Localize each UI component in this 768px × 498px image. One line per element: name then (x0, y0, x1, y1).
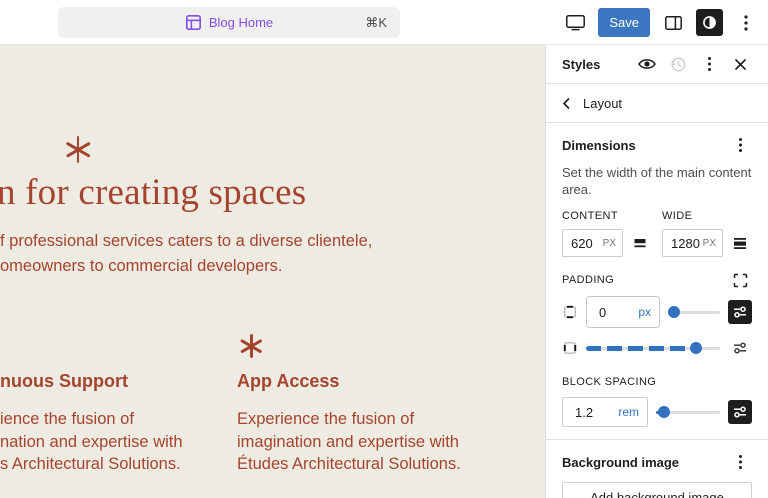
horizontal-sides-icon (562, 340, 578, 356)
feature-heading: App Access (237, 371, 461, 392)
columns-icon (664, 15, 683, 31)
close-icon (734, 58, 747, 71)
command-palette-button[interactable]: Blog Home ⌘K (58, 7, 400, 38)
eye-icon (637, 57, 657, 71)
feature-text-line: Études Architectural Solutions. (237, 453, 461, 476)
padding-label: PADDING (562, 274, 614, 286)
padding-vertical-slider[interactable] (668, 305, 720, 319)
padding-horizontal-row (562, 336, 752, 360)
content-width-icon (632, 237, 648, 249)
contrast-circle-icon (701, 14, 718, 31)
asterisk-icon (63, 136, 90, 163)
sliders-icon (732, 404, 748, 420)
padding-value: 0 (599, 305, 606, 320)
styles-options-button[interactable] (697, 52, 721, 76)
back-label: Layout (583, 96, 622, 111)
command-palette-shortcut: ⌘K (365, 15, 387, 31)
add-background-image-button[interactable]: Add background image (562, 482, 752, 498)
background-image-options-button[interactable] (728, 450, 752, 474)
top-bar-actions: Save (561, 0, 760, 45)
wide-width-preset-button[interactable] (728, 231, 752, 255)
feature-column[interactable]: App Access Experience the fusion of imag… (237, 371, 461, 476)
background-image-section: Background image Add background image (546, 440, 768, 498)
styles-panel-header: Styles (546, 45, 768, 84)
padding-value-input[interactable]: 0 px (586, 296, 660, 328)
padding-vertical-row: 0 px (562, 296, 752, 328)
hero-paragraph[interactable]: f professional services caters to a dive… (0, 229, 372, 278)
block-spacing-slider[interactable] (656, 405, 720, 419)
dimensions-title: Dimensions (562, 138, 636, 153)
top-bar: Blog Home ⌘K Save (0, 0, 768, 45)
content-width-label: CONTENT (562, 210, 652, 222)
feature-text-line: nation and expertise with (0, 431, 183, 454)
dimensions-options-button[interactable] (728, 133, 752, 157)
hero-heading[interactable]: n for creating spaces (0, 171, 545, 214)
feature-text-line: ience the fusion of (0, 408, 183, 431)
padding-unit: px (638, 305, 651, 319)
kebab-menu-icon (707, 56, 712, 72)
wide-width-unit: PX (703, 238, 716, 249)
padding-horizontal-options-button[interactable] (728, 336, 752, 360)
layout-breadcrumb-row[interactable]: Layout (546, 84, 768, 123)
padding-custom-size-button[interactable] (728, 300, 752, 324)
kebab-menu-icon (738, 454, 743, 470)
block-spacing-input[interactable]: 1.2 rem (562, 397, 648, 427)
content-width-value: 620 (571, 236, 593, 251)
monitor-icon (565, 14, 586, 31)
style-book-button[interactable] (635, 52, 659, 76)
wide-width-icon (732, 237, 748, 250)
styles-panel: Styles (545, 45, 768, 498)
block-spacing-label: BLOCK SPACING (562, 376, 752, 388)
content-width-preset-button[interactable] (628, 231, 652, 255)
content-width-unit: PX (603, 238, 616, 249)
kebab-menu-icon (738, 137, 743, 153)
dimensions-section: Dimensions Set the width of the main con… (546, 123, 768, 439)
sliders-icon (732, 304, 748, 320)
feature-text-line: s Architectural Solutions. (0, 453, 183, 476)
block-spacing-row: 1.2 rem (562, 397, 752, 427)
wide-width-label: WIDE (662, 210, 752, 222)
background-image-title: Background image (562, 455, 679, 470)
editor-canvas[interactable]: n for creating spaces f professional ser… (0, 45, 545, 498)
feature-column[interactable]: nuous Support ience the fusion of nation… (0, 371, 183, 476)
feature-text-line: Experience the fusion of (237, 408, 461, 431)
panel-title: Styles (562, 57, 635, 72)
feature-heading: nuous Support (0, 371, 183, 392)
dimensions-description: Set the width of the main content area. (562, 164, 752, 198)
content-width-field: CONTENT 620 PX (562, 210, 652, 257)
asterisk-icon (238, 334, 262, 358)
sliders-icon (732, 340, 748, 356)
styles-toggle-button[interactable] (696, 9, 723, 36)
wide-width-field: WIDE 1280 PX (662, 210, 752, 257)
vertical-sides-icon (562, 304, 578, 320)
feature-text-line: imagination and expertise with (237, 431, 461, 454)
content-width-input[interactable]: 620 PX (562, 229, 623, 257)
wide-width-value: 1280 (671, 236, 700, 251)
unlinked-sides-icon (733, 273, 748, 288)
hero-paragraph-line: f professional services caters to a dive… (0, 229, 372, 254)
hero-paragraph-line: omeowners to commercial developers. (0, 254, 372, 279)
padding-horizontal-slider[interactable] (586, 341, 720, 355)
block-spacing-value: 1.2 (575, 405, 593, 420)
kebab-menu-icon (743, 14, 749, 32)
view-button[interactable] (561, 9, 589, 37)
close-panel-button[interactable] (728, 52, 752, 76)
sidebar-toggle-button[interactable] (659, 9, 687, 37)
wide-width-input[interactable]: 1280 PX (662, 229, 723, 257)
save-button[interactable]: Save (598, 8, 650, 37)
history-clock-icon (670, 56, 687, 73)
padding-link-sides-button[interactable] (728, 268, 752, 292)
block-spacing-unit: rem (618, 405, 639, 419)
editor-window: Blog Home ⌘K Save (0, 0, 768, 498)
revisions-button[interactable] (666, 52, 690, 76)
block-spacing-custom-size-button[interactable] (728, 400, 752, 424)
chevron-left-icon (562, 97, 571, 110)
template-icon (185, 14, 202, 31)
command-palette-label: Blog Home (209, 15, 273, 30)
options-menu-button[interactable] (732, 9, 760, 37)
